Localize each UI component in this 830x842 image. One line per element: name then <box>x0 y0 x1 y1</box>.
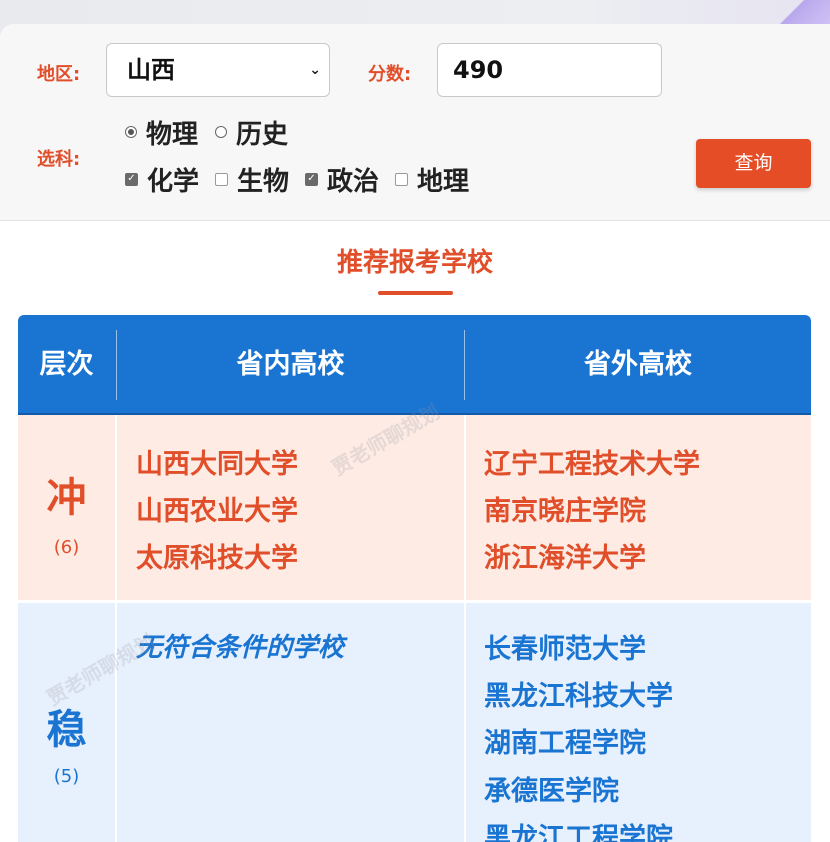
subjects-label: 选科: <box>37 149 81 170</box>
region-label: 地区: <box>37 64 81 85</box>
checkbox-biology-label: 生物 <box>237 166 290 197</box>
school-link[interactable]: 山西农业大学 <box>136 489 298 528</box>
radio-unselected-icon <box>215 126 227 138</box>
level-label: 冲 <box>46 475 87 521</box>
radio-physics-label: 物理 <box>146 119 199 150</box>
results-table: 层次 省内高校 省外高校 冲 (6) 山西大同大学 山西农业大学 太原科技大学 <box>18 315 811 842</box>
section-title: 推荐报考学校 <box>336 248 493 278</box>
checkbox-geography[interactable]: 地理 <box>395 162 470 197</box>
query-button[interactable]: 查询 <box>696 139 811 188</box>
checkbox-checked-icon: ✓ <box>305 172 318 186</box>
level-cell: 稳 (5) <box>18 603 115 842</box>
school-link[interactable]: 黑龙江工程学院 <box>484 816 673 842</box>
score-label: 分数: <box>368 64 412 85</box>
radio-selected-icon <box>125 126 137 138</box>
checkbox-unchecked-icon <box>215 172 228 186</box>
level-count: (5) <box>53 766 80 787</box>
out-province-cell: 辽宁工程技术大学 南京晓庄学院 浙江海洋大学 <box>466 415 811 600</box>
school-link[interactable]: 黑龙江科技大学 <box>484 674 673 713</box>
page-background: 地区: 山西 ⌄ 分数: 490 选科: 物理 历史 ✓ 化学 生物 ✓ 政治 … <box>0 0 830 842</box>
region-select-value: 山西 <box>127 56 175 84</box>
table-header: 层次 省内高校 省外高校 <box>18 315 811 415</box>
school-link[interactable]: 浙江海洋大学 <box>484 536 646 575</box>
radio-physics[interactable]: 物理 <box>125 115 199 150</box>
checkbox-checked-icon: ✓ <box>125 172 138 186</box>
header-out-province: 省外高校 <box>584 349 692 380</box>
checkbox-unchecked-icon <box>395 172 408 186</box>
checkbox-chemistry[interactable]: ✓ 化学 <box>125 162 200 197</box>
school-link[interactable]: 辽宁工程技术大学 <box>484 442 700 481</box>
school-link[interactable]: 太原科技大学 <box>136 536 298 575</box>
main-card: 地区: 山西 ⌄ 分数: 490 选科: 物理 历史 ✓ 化学 生物 ✓ 政治 … <box>0 24 830 842</box>
query-form: 地区: 山西 ⌄ 分数: 490 选科: 物理 历史 ✓ 化学 生物 ✓ 政治 … <box>0 24 830 221</box>
header-level: 层次 <box>39 349 94 380</box>
checkbox-chemistry-label: 化学 <box>147 166 200 197</box>
empty-result-note: 无符合条件的学校 <box>136 633 345 663</box>
table-row: 冲 (6) 山西大同大学 山西农业大学 太原科技大学 辽宁工程技术大学 南京晓庄… <box>18 415 811 600</box>
checkbox-politics[interactable]: ✓ 政治 <box>305 162 380 197</box>
school-link[interactable]: 南京晓庄学院 <box>484 489 646 528</box>
header-in-province: 省内高校 <box>236 349 345 380</box>
decorative-corner <box>770 0 830 24</box>
in-province-cell: 无符合条件的学校 <box>117 603 464 842</box>
chevron-down-icon: ⌄ <box>309 62 321 78</box>
radio-history-label: 历史 <box>236 119 289 150</box>
checkbox-politics-label: 政治 <box>327 166 380 197</box>
school-link[interactable]: 山西大同大学 <box>136 442 298 481</box>
out-province-cell: 长春师范大学 黑龙江科技大学 湖南工程学院 承德医学院 黑龙江工程学院 <box>466 603 811 842</box>
level-count: (6) <box>53 537 80 558</box>
radio-history[interactable]: 历史 <box>215 115 289 150</box>
checkbox-geography-label: 地理 <box>417 166 470 197</box>
title-underline <box>378 291 453 295</box>
school-link[interactable]: 长春师范大学 <box>484 627 646 666</box>
score-input[interactable]: 490 <box>437 43 662 97</box>
school-link[interactable]: 承德医学院 <box>484 769 619 808</box>
checkbox-biology[interactable]: 生物 <box>215 162 290 197</box>
in-province-cell: 山西大同大学 山西农业大学 太原科技大学 <box>117 415 464 600</box>
school-link[interactable]: 湖南工程学院 <box>484 721 646 760</box>
level-label: 稳 <box>46 707 87 753</box>
region-select[interactable]: 山西 ⌄ <box>106 43 330 97</box>
level-cell: 冲 (6) <box>18 415 115 600</box>
